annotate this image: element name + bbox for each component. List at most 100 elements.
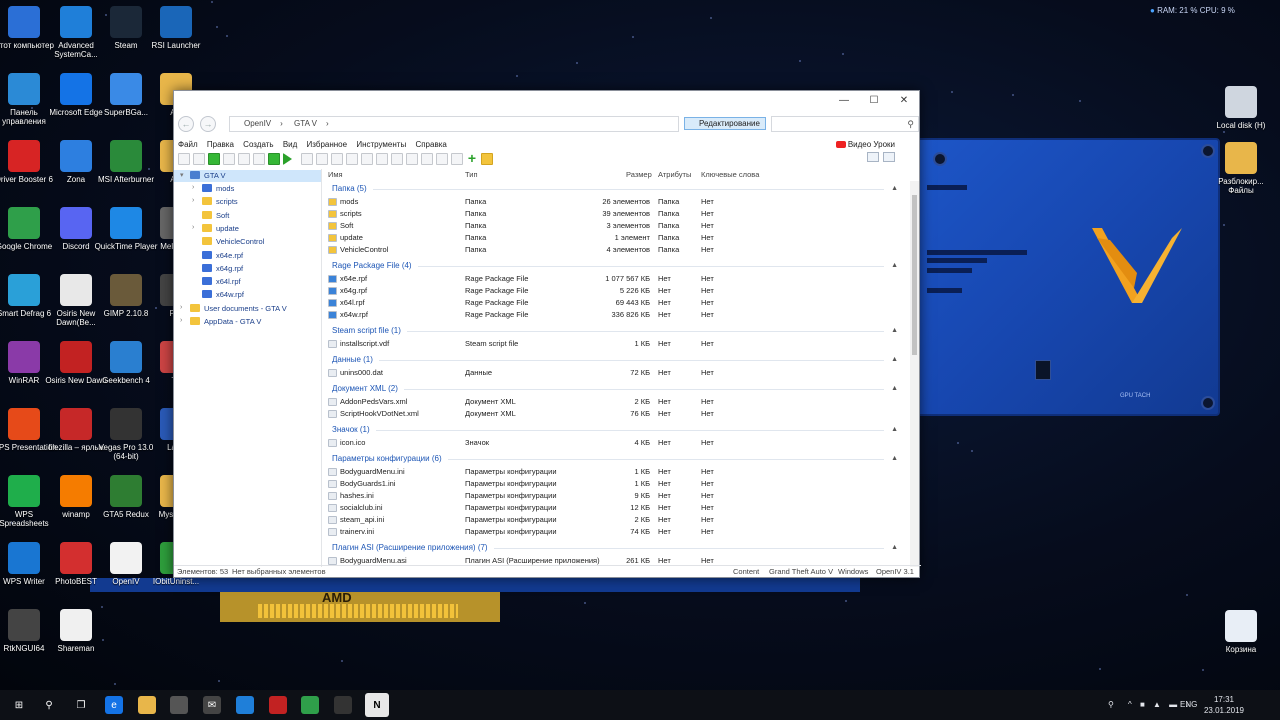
tree-item[interactable]: update — [202, 223, 239, 235]
people-icon[interactable]: ⚲ — [1108, 690, 1114, 720]
tree-item[interactable]: mods — [202, 183, 234, 195]
doc2-icon[interactable] — [331, 153, 343, 165]
forward-button[interactable]: → — [200, 116, 216, 132]
file-row[interactable]: x64e.rpf Rage Package File 1 077 567 КБ Нет… — [324, 273, 912, 285]
file-row[interactable]: x64w.rpf Rage Package File 336 826 КБ Нет Не… — [324, 309, 912, 321]
expand-arrow-icon[interactable]: › — [192, 197, 194, 204]
export-icon[interactable] — [268, 153, 280, 165]
paste-icon[interactable] — [406, 153, 418, 165]
tree-item-extra[interactable]: AppData - GTA V — [190, 316, 261, 328]
file-row[interactable]: installscript.vdf Steam script file 1 КБ Не… — [324, 338, 912, 350]
search-icon[interactable]: ⚲ — [907, 119, 914, 130]
group-header[interactable]: Папка (5) ▲ — [324, 183, 906, 195]
desktop-icon[interactable]: RSI Launcher — [142, 6, 210, 50]
search-taskbar-icon[interactable]: ⚲ — [40, 696, 58, 714]
menu-help[interactable]: Справка — [415, 140, 446, 149]
systemcare-taskbar-icon[interactable] — [236, 696, 254, 714]
desktop-icon[interactable]: Shareman — [42, 609, 110, 653]
file-row[interactable]: ScriptHookVDotNet.xml Документ XML 76 КБ Не… — [324, 408, 912, 420]
openiv-taskbar-icon[interactable]: N — [365, 693, 389, 717]
menu-file[interactable]: Файл — [178, 140, 198, 149]
file-row[interactable]: Soft Папка 3 элементов Папка Нет — [324, 220, 912, 232]
column-size[interactable]: Размер — [626, 169, 652, 181]
cut-icon[interactable] — [391, 153, 403, 165]
mail-taskbar-icon[interactable]: ✉ — [203, 696, 221, 714]
clock[interactable]: 17:31 23.01.2019 — [1204, 694, 1244, 716]
search-input[interactable]: ⚲ — [771, 116, 919, 132]
title-bar[interactable]: — ☐ ✕ — [174, 91, 919, 111]
image-icon[interactable] — [253, 153, 265, 165]
import-icon[interactable] — [208, 153, 220, 165]
new-folder-icon[interactable] — [481, 153, 493, 165]
collapse-icon[interactable]: ▲ — [891, 354, 898, 366]
task-view-icon[interactable]: ❐ — [72, 696, 90, 714]
expand-arrow-icon[interactable]: › — [192, 224, 194, 231]
expand-arrow-icon[interactable]: › — [192, 184, 194, 191]
maximize-button[interactable]: ☐ — [859, 91, 889, 111]
group-header[interactable]: Значок (1) ▲ — [324, 424, 906, 436]
file-row[interactable]: AddonPedsVars.xml Документ XML 2 КБ Нет Нет — [324, 396, 912, 408]
group-header[interactable]: Документ XML (2) ▲ — [324, 383, 906, 395]
view-mode-icon[interactable] — [867, 152, 879, 162]
new-dropdown-icon[interactable] — [193, 153, 205, 165]
file-row[interactable]: BodyguardMenu.ini Параметры конфигурации 1… — [324, 466, 912, 478]
new-icon[interactable] — [178, 153, 190, 165]
file-row[interactable]: BodyGuards1.ini Параметры конфигурации 1 К… — [324, 478, 912, 490]
file-row[interactable]: mods Папка 26 элементов Папка Нет — [324, 196, 912, 208]
close-button[interactable]: ✕ — [889, 91, 919, 111]
expand-arrow-icon[interactable]: ▾ — [180, 171, 184, 179]
column-attributes[interactable]: Атрибуты — [658, 169, 691, 181]
tree-item[interactable]: Soft — [202, 210, 229, 222]
delete-icon[interactable] — [421, 153, 433, 165]
edge-taskbar-icon[interactable]: e — [105, 696, 123, 714]
file-row[interactable]: hashes.ini Параметры конфигурации 9 КБ Нет Н… — [324, 490, 912, 502]
preview-pane-icon[interactable] — [883, 152, 895, 162]
chrome-taskbar-icon[interactable] — [301, 696, 319, 714]
desktop-icon[interactable]: Local disk (H) — [1207, 86, 1275, 130]
file-row[interactable]: icon.ico Значок 4 КБ Нет Нет — [324, 437, 912, 449]
column-keywords[interactable]: Ключевые слова — [701, 169, 759, 181]
file-row[interactable]: scripts Папка 39 элементов Папка Нет — [324, 208, 912, 220]
group-header[interactable]: Данные (1) ▲ — [324, 354, 906, 366]
expand-arrow-icon[interactable]: › — [180, 317, 182, 324]
expand-arrow-icon[interactable]: › — [180, 304, 182, 311]
breadcrumb[interactable]: OpenIV › GTA V › — [229, 116, 679, 132]
archive-icon[interactable] — [301, 153, 313, 165]
menu-edit[interactable]: Правка — [207, 140, 234, 149]
menu-view[interactable]: Вид — [283, 140, 297, 149]
breadcrumb-item-openiv[interactable]: OpenIV — [244, 119, 271, 128]
tree-item-root[interactable]: GTA V — [174, 170, 321, 182]
file-row[interactable]: x64g.rpf Rage Package File 5 226 КБ Нет Нет — [324, 285, 912, 297]
collapse-icon[interactable]: ▲ — [891, 453, 898, 465]
edit-mode-button[interactable]: Редактирование — [684, 117, 766, 130]
menu-create[interactable]: Создать — [243, 140, 273, 149]
breadcrumb-item-gta[interactable]: GTA V — [294, 119, 317, 128]
desktop-icon[interactable]: Разблокир... Файлы — [1207, 142, 1275, 195]
refresh-icon[interactable] — [238, 153, 250, 165]
tree-item[interactable]: scripts — [202, 196, 238, 208]
file-row[interactable]: VehicleControl Папка 4 элементов Папка Нет — [324, 244, 912, 256]
column-type[interactable]: Тип — [465, 169, 478, 181]
file-row[interactable]: steam_api.ini Параметры конфигурации 2 КБ Н… — [324, 514, 912, 526]
scrollbar-thumb[interactable] — [912, 195, 917, 355]
explorer-taskbar-icon[interactable] — [138, 696, 156, 714]
doc5-icon[interactable] — [376, 153, 388, 165]
collapse-icon[interactable]: ▲ — [891, 183, 898, 195]
tree-item[interactable]: VehicleControl — [202, 236, 264, 248]
file-row[interactable]: update Папка 1 элемент Папка Нет — [324, 232, 912, 244]
video-lessons-link[interactable]: Видео Уроки — [835, 139, 895, 151]
collapse-icon[interactable]: ▲ — [891, 260, 898, 272]
add-icon[interactable]: + — [466, 151, 478, 165]
copy-icon[interactable] — [223, 153, 235, 165]
language-indicator[interactable]: ENG — [1180, 690, 1197, 720]
back-button[interactable]: ← — [178, 116, 194, 132]
store-taskbar-icon[interactable] — [170, 696, 188, 714]
file-row[interactable]: trainerv.ini Параметры конфигурации 74 КБ Н… — [324, 526, 912, 538]
collapse-icon[interactable]: ▲ — [891, 383, 898, 395]
doc-icon[interactable] — [316, 153, 328, 165]
properties-icon[interactable] — [451, 153, 463, 165]
tree-item[interactable]: x64w.rpf — [202, 289, 244, 301]
file-row[interactable]: x64l.rpf Rage Package File 69 443 КБ Нет Нет — [324, 297, 912, 309]
group-header[interactable]: Steam script file (1) ▲ — [324, 325, 906, 337]
minimize-button[interactable]: — — [829, 91, 859, 111]
